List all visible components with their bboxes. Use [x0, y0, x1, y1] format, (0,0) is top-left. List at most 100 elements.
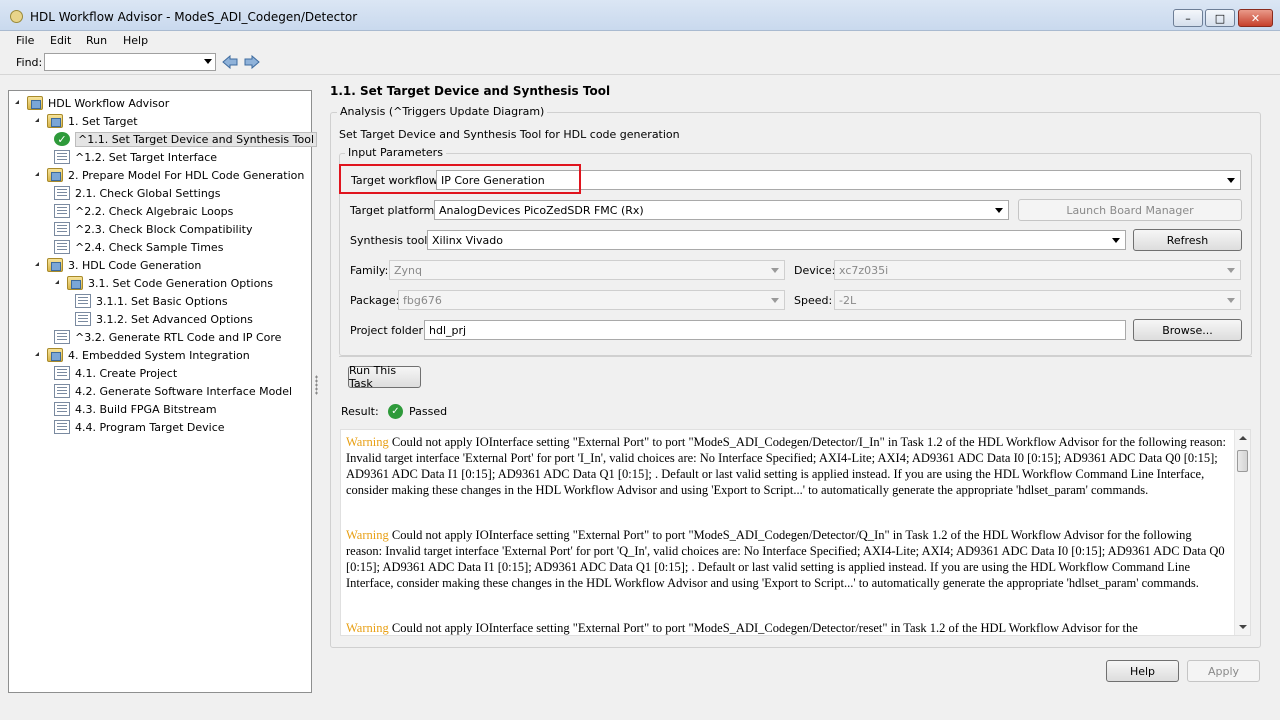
apply-button[interactable]: Apply	[1187, 660, 1260, 682]
tree-item[interactable]: 3. HDL Code Generation	[34, 256, 201, 274]
target-platform-label: Target platform:	[350, 204, 438, 217]
task-icon	[54, 204, 70, 218]
scroll-up-icon[interactable]	[1239, 436, 1247, 440]
tree-item-label: ^2.2. Check Algebraic Loops	[75, 204, 234, 218]
analysis-legend: Analysis (^Triggers Update Diagram)	[337, 105, 548, 118]
tree-item[interactable]: 4.3. Build FPGA Bitstream	[54, 400, 217, 418]
tree-item[interactable]: 3.1.1. Set Basic Options	[75, 292, 228, 310]
refresh-button[interactable]: Refresh	[1133, 229, 1242, 251]
family-select[interactable]: Zynq	[389, 260, 785, 280]
warning-message: Warning Could not apply IOInterface sett…	[346, 527, 1229, 591]
launch-board-manager-button[interactable]: Launch Board Manager	[1018, 199, 1242, 221]
maximize-button[interactable]: □	[1205, 9, 1235, 27]
target-platform-select[interactable]: AnalogDevices PicoZedSDR FMC (Rx)	[434, 200, 1009, 220]
close-button[interactable]: ✕	[1238, 9, 1273, 27]
folder-icon	[67, 276, 83, 290]
menu-bar: File Edit Run Help	[0, 31, 1280, 50]
result-messages[interactable]: Warning Could not apply IOInterface sett…	[340, 429, 1251, 636]
speed-value: -2L	[839, 294, 857, 307]
tree-item[interactable]: 2.1. Check Global Settings	[54, 184, 221, 202]
expand-icon[interactable]	[14, 99, 23, 108]
warning-tag: Warning	[346, 528, 389, 542]
device-select[interactable]: xc7z035i	[834, 260, 1241, 280]
back-arrow-icon[interactable]	[222, 55, 238, 69]
passed-check-icon: ✓	[54, 132, 70, 146]
task-icon	[54, 330, 70, 344]
folder-icon	[47, 168, 63, 182]
tree-item[interactable]: ^2.3. Check Block Compatibility	[54, 220, 252, 238]
speed-select[interactable]: -2L	[834, 290, 1241, 310]
tree-item[interactable]: 1. Set Target	[34, 112, 138, 130]
vertical-scrollbar[interactable]	[1234, 430, 1250, 635]
tree-item[interactable]: ^2.2. Check Algebraic Loops	[54, 202, 233, 220]
device-value: xc7z035i	[839, 264, 889, 277]
tree-item-label: ^3.2. Generate RTL Code and IP Core	[75, 330, 282, 344]
tree-item[interactable]: ✓ ^1.1. Set Target Device and Synthesis T…	[54, 130, 317, 148]
package-select[interactable]: fbg676	[398, 290, 785, 310]
expand-icon[interactable]	[34, 351, 43, 360]
project-folder-input[interactable]: hdl_prj	[424, 320, 1126, 340]
tree-item[interactable]: 4.1. Create Project	[54, 364, 177, 382]
menu-help[interactable]: Help	[123, 34, 148, 47]
tree-item[interactable]: HDL Workflow Advisor	[14, 94, 169, 112]
task-icon	[54, 384, 70, 398]
tree-item[interactable]: 3.1.2. Set Advanced Options	[75, 310, 253, 328]
task-tree: HDL Workflow Advisor 1. Set Target ✓ ^1.1. …	[8, 90, 317, 693]
family-value: Zynq	[394, 264, 422, 277]
tree-item[interactable]: ^2.4. Check Sample Times	[54, 238, 223, 256]
expand-icon[interactable]	[34, 261, 43, 270]
folder-icon	[27, 96, 43, 110]
splitter-handle[interactable]	[315, 375, 318, 395]
task-icon	[54, 240, 70, 254]
menu-edit[interactable]: Edit	[50, 34, 71, 47]
chevron-down-icon[interactable]	[204, 59, 212, 64]
passed-check-icon: ✓	[388, 404, 403, 419]
find-input[interactable]	[44, 53, 216, 71]
tree-item-label: 4.3. Build FPGA Bitstream	[75, 402, 217, 416]
tree-item-label: 4.1. Create Project	[75, 366, 178, 380]
menu-run[interactable]: Run	[86, 34, 107, 47]
synthesis-tool-label: Synthesis tool:	[350, 234, 432, 247]
scroll-down-icon[interactable]	[1239, 625, 1247, 629]
divider	[339, 356, 1252, 357]
package-value: fbg676	[403, 294, 442, 307]
result-value: Passed	[409, 405, 448, 418]
warning-tag: Warning	[346, 621, 389, 635]
chevron-down-icon	[1112, 238, 1120, 243]
menu-file[interactable]: File	[16, 34, 34, 47]
tree-item-label: 3.1. Set Code Generation Options	[88, 276, 274, 290]
tree-item[interactable]: 4. Embedded System Integration	[34, 346, 250, 364]
task-icon	[54, 420, 70, 434]
family-label: Family:	[350, 264, 389, 277]
expand-icon[interactable]	[34, 117, 43, 126]
tree-item-label: 4.4. Program Target Device	[75, 420, 225, 434]
target-platform-value: AnalogDevices PicoZedSDR FMC (Rx)	[439, 204, 644, 217]
tree-item-label: ^2.3. Check Block Compatibility	[75, 222, 253, 236]
synthesis-tool-value: Xilinx Vivado	[432, 234, 503, 247]
synthesis-tool-select[interactable]: Xilinx Vivado	[427, 230, 1126, 250]
help-button[interactable]: Help	[1106, 660, 1179, 682]
scroll-thumb[interactable]	[1237, 450, 1248, 472]
expand-icon[interactable]	[34, 171, 43, 180]
chevron-down-icon	[771, 268, 779, 273]
browse-button[interactable]: Browse...	[1133, 319, 1242, 341]
tree-item-label: 3.1.2. Set Advanced Options	[96, 312, 253, 326]
tree-item[interactable]: 4.4. Program Target Device	[54, 418, 225, 436]
tree-item[interactable]: 4.2. Generate Software Interface Model	[54, 382, 292, 400]
chevron-down-icon	[1227, 298, 1235, 303]
tree-item[interactable]: 2. Prepare Model For HDL Code Generation	[34, 166, 304, 184]
folder-icon	[47, 348, 63, 362]
result-label: Result:	[341, 405, 379, 418]
minimize-button[interactable]: –	[1173, 9, 1203, 27]
warning-text: Could not apply IOInterface setting "Ext…	[388, 621, 1138, 635]
tree-item[interactable]: ^3.2. Generate RTL Code and IP Core	[54, 328, 281, 346]
chevron-down-icon	[1227, 178, 1235, 183]
run-this-task-button[interactable]: Run This Task	[348, 364, 421, 390]
forward-arrow-icon[interactable]	[244, 55, 260, 69]
find-toolbar: Find:	[0, 50, 1280, 75]
tree-item[interactable]: ^1.2. Set Target Interface	[54, 148, 217, 166]
task-description: Set Target Device and Synthesis Tool for…	[339, 128, 680, 141]
expand-icon[interactable]	[54, 279, 63, 288]
tree-item[interactable]: 3.1. Set Code Generation Options	[54, 274, 273, 292]
tree-item-label: 3. HDL Code Generation	[68, 258, 202, 272]
